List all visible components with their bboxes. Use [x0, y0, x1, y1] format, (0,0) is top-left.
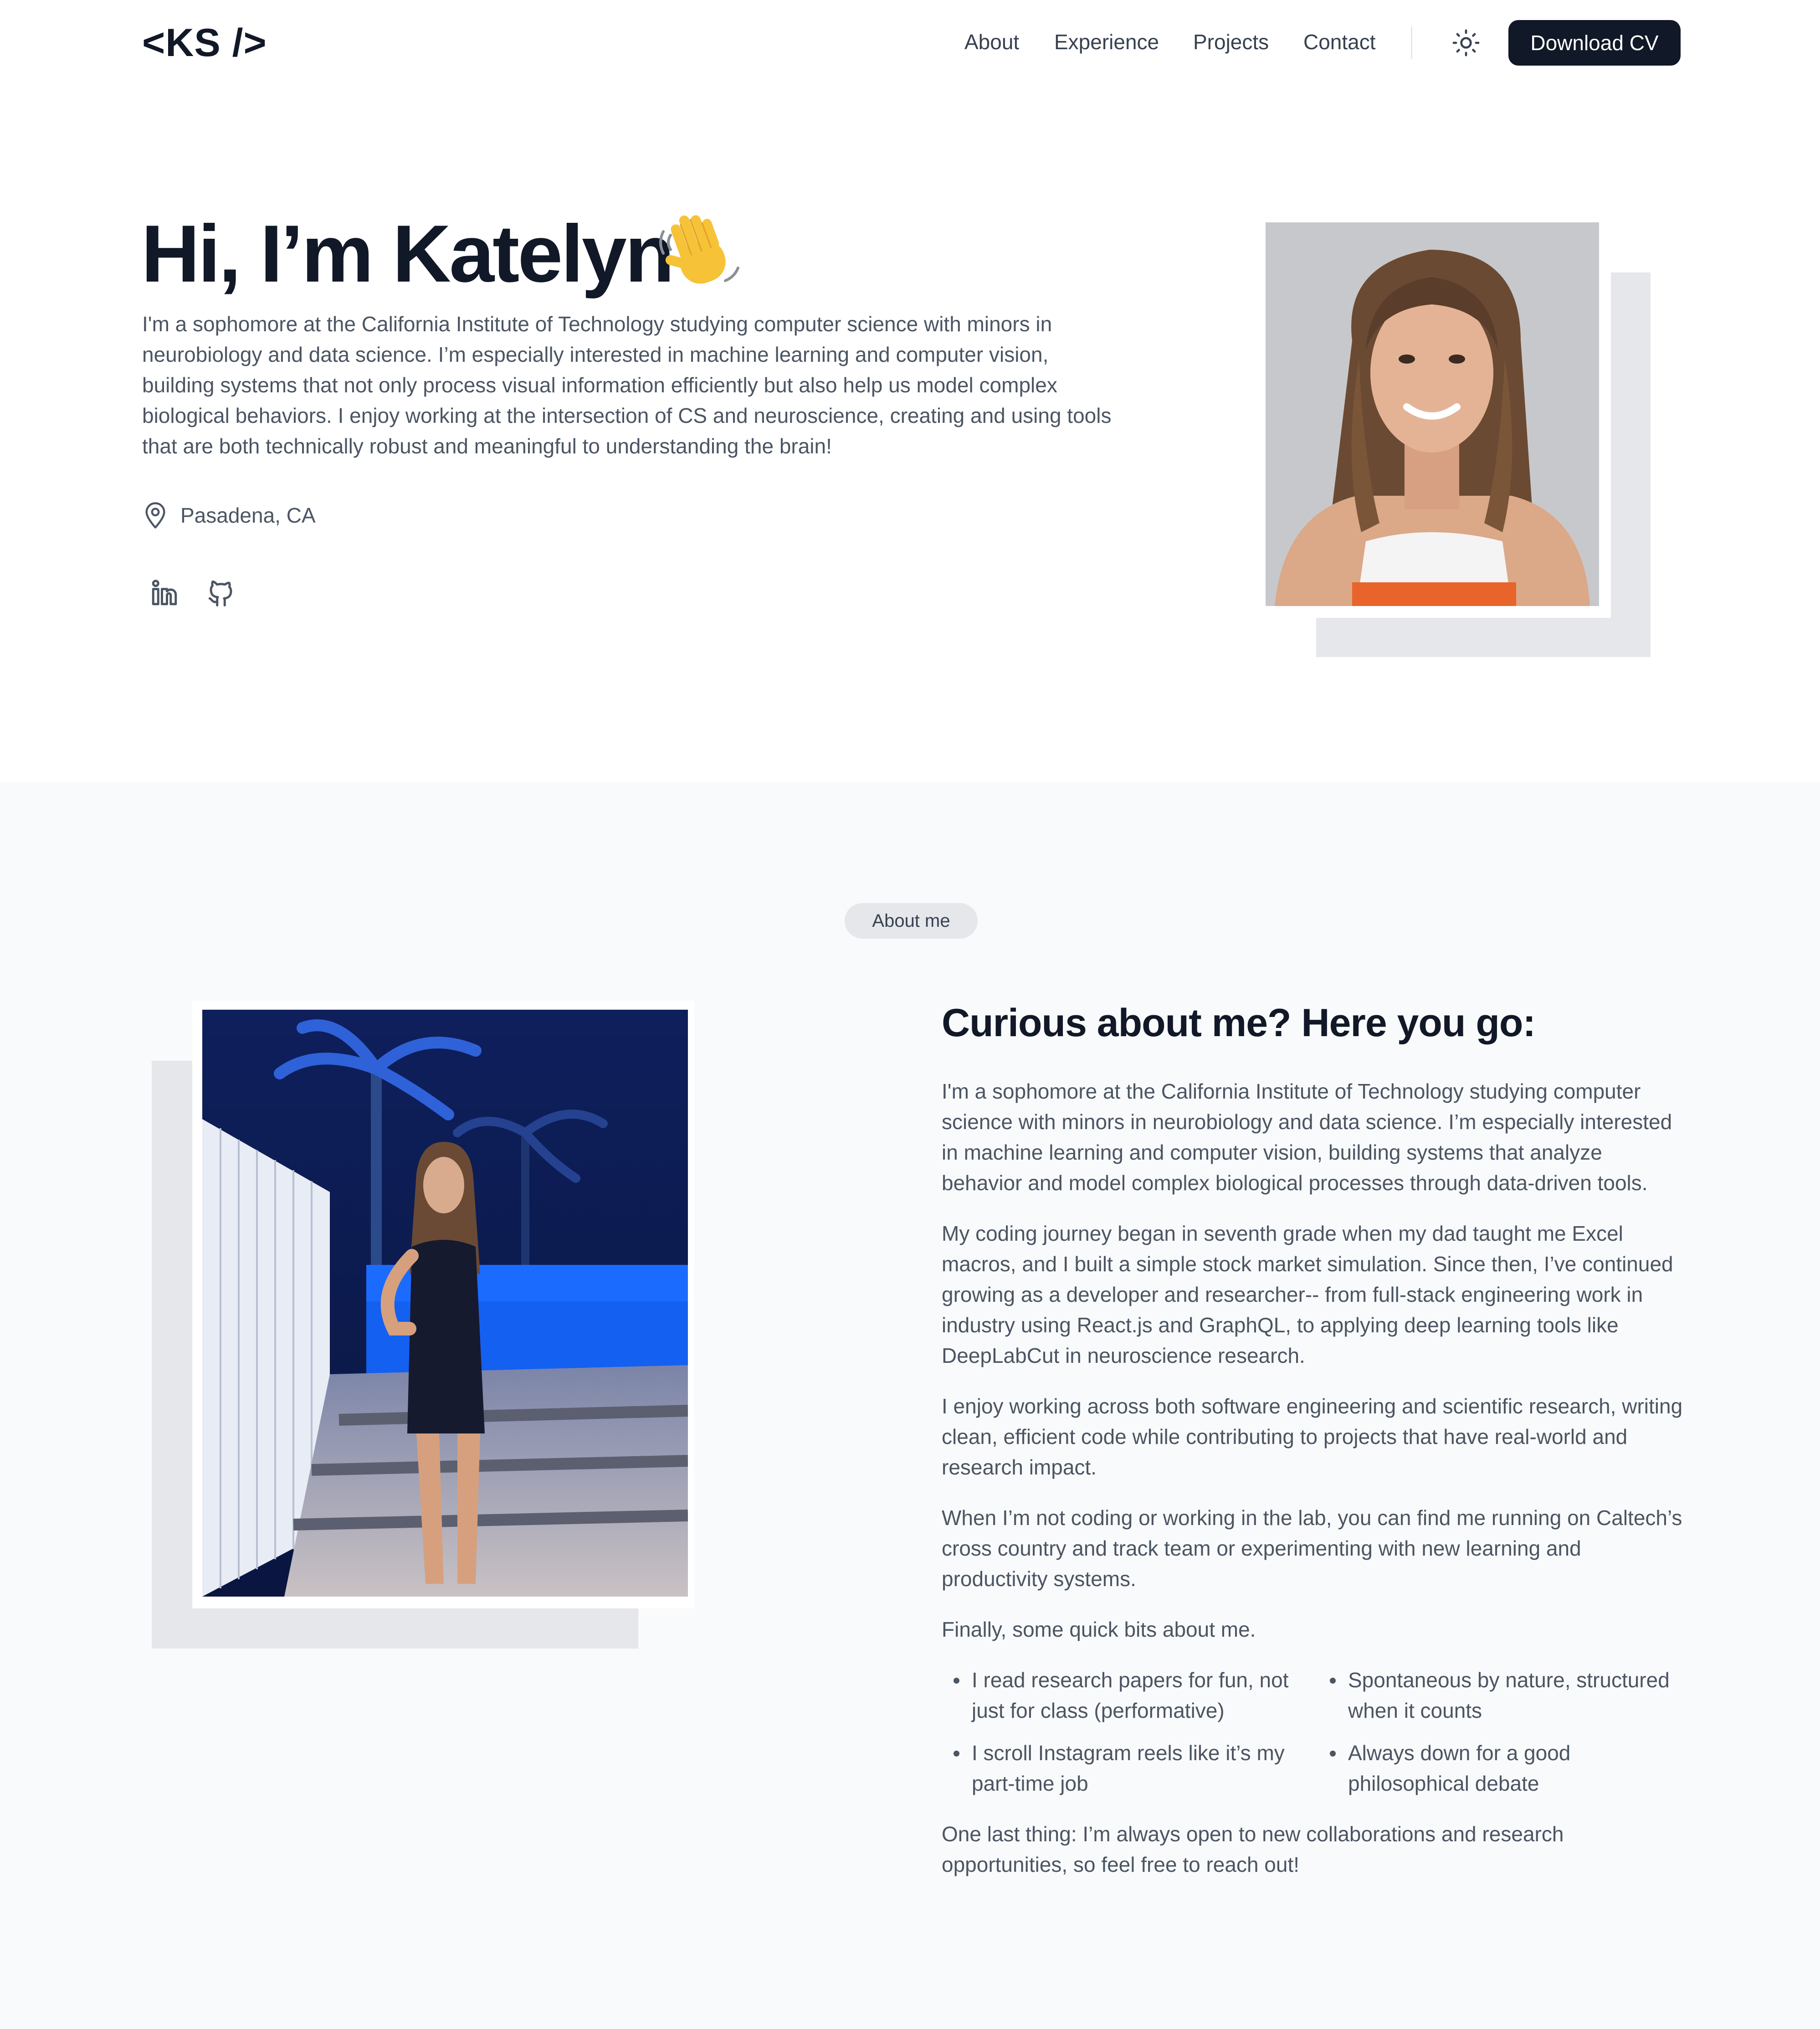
waving-hand-emoji	[659, 215, 739, 284]
location-text: Pasadena, CA	[180, 503, 316, 527]
github-link[interactable]	[203, 575, 239, 611]
about-paragraph: When I’m not coding or working in the la…	[942, 1506, 1682, 1591]
list-item: I read research papers for fun, not just…	[942, 1665, 1318, 1726]
nav-divider	[1411, 26, 1412, 59]
hero-title: Hi, I’m Katelyn	[141, 208, 675, 299]
site-logo[interactable]: <KS />	[142, 20, 267, 66]
download-cv-button[interactable]: Download CV	[1508, 20, 1681, 66]
about-closing: One last thing: I’m always open to new c…	[942, 1822, 1564, 1876]
hero-portrait-photo	[1266, 222, 1599, 606]
linkedin-icon	[152, 580, 177, 606]
sun-icon	[1452, 29, 1480, 57]
nav-link-experience[interactable]: Experience	[1054, 28, 1159, 56]
list-item: Spontaneous by nature, structured when i…	[1318, 1665, 1686, 1726]
nav-link-contact[interactable]: Contact	[1303, 28, 1376, 56]
map-pin-icon	[145, 502, 165, 529]
about-paragraph: My coding journey began in seventh grade…	[942, 1222, 1673, 1367]
fun-facts-list: I read research papers for fun, not just…	[942, 1665, 1686, 1799]
hero-intro: I'm a sophomore at the California Instit…	[142, 312, 1112, 458]
about-content: I'm a sophomore at the California Instit…	[942, 1076, 1686, 1900]
about-paragraph: I'm a sophomore at the California Instit…	[942, 1079, 1672, 1195]
about-paragraph: Finally, some quick bits about me.	[942, 1618, 1256, 1641]
about-night-photo	[202, 1010, 688, 1597]
linkedin-link[interactable]	[147, 575, 182, 611]
list-item: Always down for a good philosophical deb…	[1318, 1738, 1686, 1799]
github-icon	[208, 580, 232, 606]
social-links	[147, 575, 239, 611]
about-paragraph: I enjoy working across both software eng…	[942, 1394, 1683, 1479]
about-heading: Curious about me? Here you go:	[942, 1001, 1536, 1045]
about-me-pill: About me	[845, 903, 978, 939]
theme-toggle-button[interactable]	[1449, 26, 1483, 60]
list-item: I scroll Instagram reels like it’s my pa…	[942, 1738, 1318, 1799]
nav-link-about[interactable]: About	[964, 28, 1019, 56]
location: Pasadena, CA	[142, 499, 316, 531]
site-header: <KS /> About Experience Projects Contact…	[0, 0, 1820, 87]
nav-link-projects[interactable]: Projects	[1193, 28, 1269, 56]
